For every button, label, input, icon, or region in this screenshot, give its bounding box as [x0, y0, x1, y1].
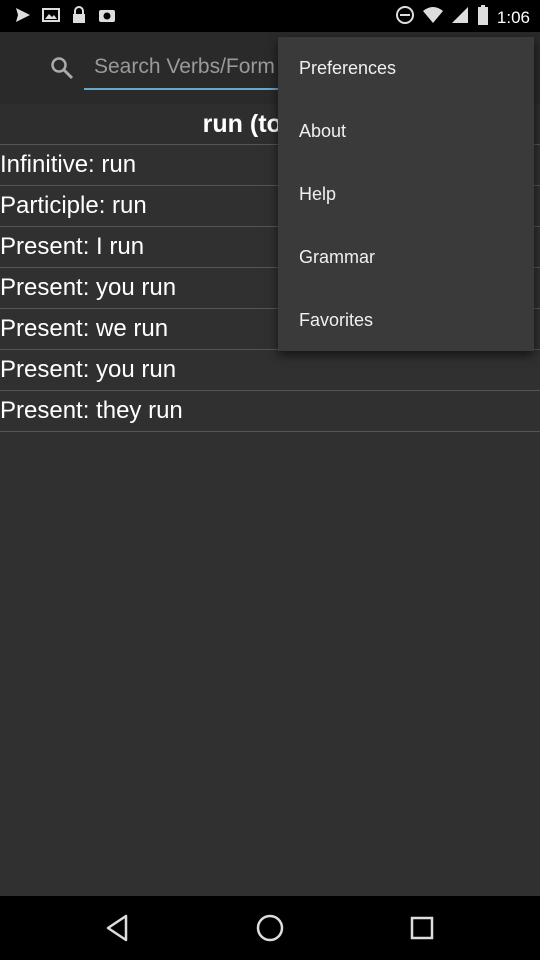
back-icon[interactable] — [102, 912, 134, 944]
lock-icon — [70, 6, 88, 24]
send-icon — [14, 6, 32, 24]
status-bar: 1:06 — [0, 0, 540, 32]
menu-item-grammar[interactable]: Grammar — [278, 226, 534, 289]
search-icon[interactable] — [50, 56, 74, 80]
dnd-icon — [395, 5, 415, 30]
image-icon — [42, 6, 60, 24]
menu-item-help[interactable]: Help — [278, 163, 534, 226]
battery-icon — [477, 5, 489, 30]
menu-item-about[interactable]: About — [278, 100, 534, 163]
camera-icon — [98, 6, 116, 24]
list-item[interactable]: Present: they run — [0, 391, 540, 432]
search-input[interactable] — [84, 48, 284, 86]
recents-icon[interactable] — [406, 912, 438, 944]
home-icon[interactable] — [254, 912, 286, 944]
signal-icon — [451, 6, 469, 29]
search-field-container — [84, 48, 284, 90]
clock-time: 1:06 — [496, 7, 530, 27]
menu-item-preferences[interactable]: Preferences — [278, 37, 534, 100]
navigation-bar — [0, 896, 540, 960]
wifi-icon — [422, 6, 443, 29]
overflow-menu: Preferences About Help Grammar Favorites — [278, 37, 534, 351]
menu-item-favorites[interactable]: Favorites — [278, 289, 534, 352]
list-item[interactable]: Present: you run — [0, 350, 540, 391]
